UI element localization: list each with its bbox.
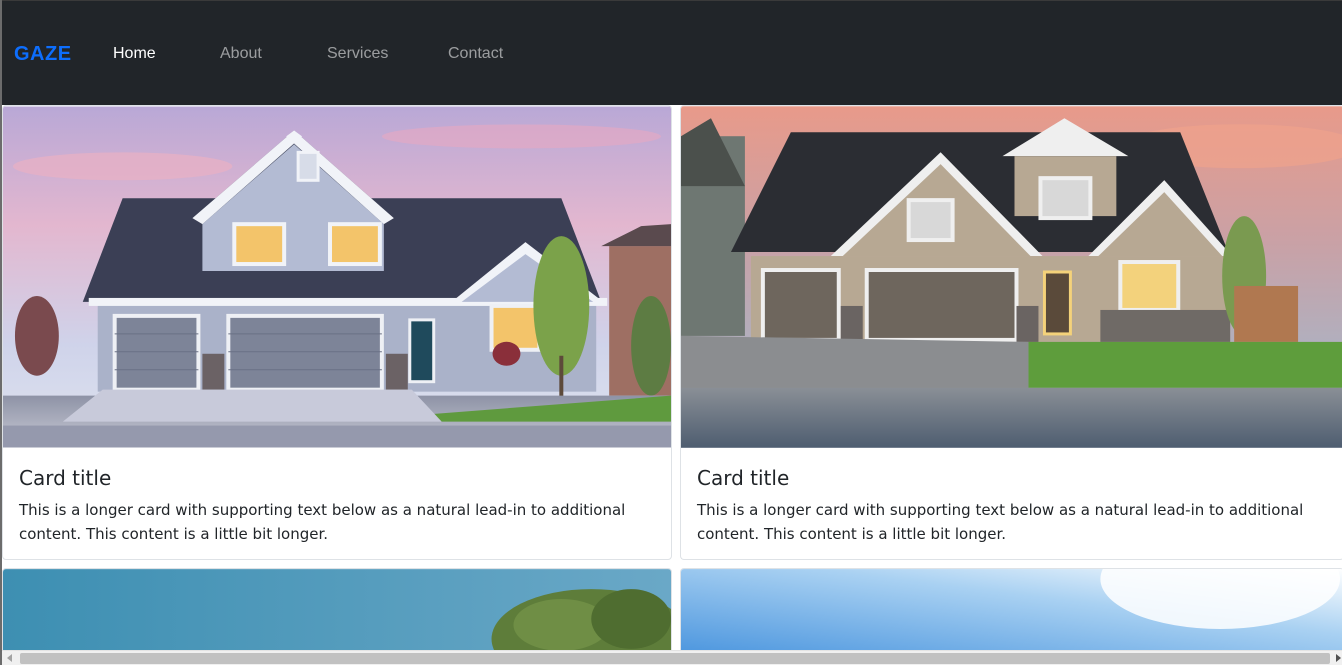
card-text: This is a longer card with supporting te…	[697, 501, 1304, 543]
card-body: Card title This is a longer card with su…	[697, 466, 1330, 546]
card: Card title This is a longer card with su…	[2, 105, 672, 560]
card-title: Card title	[697, 466, 790, 490]
nav-link-services[interactable]: Services	[327, 45, 388, 63]
horizontal-scrollbar[interactable]	[2, 650, 1342, 665]
sky-tree-image	[3, 569, 671, 651]
card: Card title This is a longer card with su…	[680, 105, 1342, 560]
card-text: This is a longer card with supporting te…	[19, 501, 626, 543]
nav-link-home[interactable]: Home	[113, 45, 156, 63]
scrollbar-thumb[interactable]	[20, 653, 1330, 664]
house-image	[3, 106, 671, 448]
scroll-left-arrow-icon[interactable]	[7, 654, 12, 662]
page: GAZE Home About Services Contact Card ti…	[0, 0, 1342, 665]
sky-image	[681, 569, 1342, 651]
card-title: Card title	[19, 466, 112, 490]
scroll-right-arrow-icon[interactable]	[1336, 654, 1341, 662]
house-image	[681, 106, 1342, 448]
nav-link-contact[interactable]: Contact	[448, 45, 503, 63]
card-body: Card title This is a longer card with su…	[19, 466, 657, 546]
brand-logo[interactable]: GAZE	[14, 43, 72, 66]
nav-link-about[interactable]: About	[220, 45, 262, 63]
navbar: GAZE Home About Services Contact	[2, 0, 1342, 105]
